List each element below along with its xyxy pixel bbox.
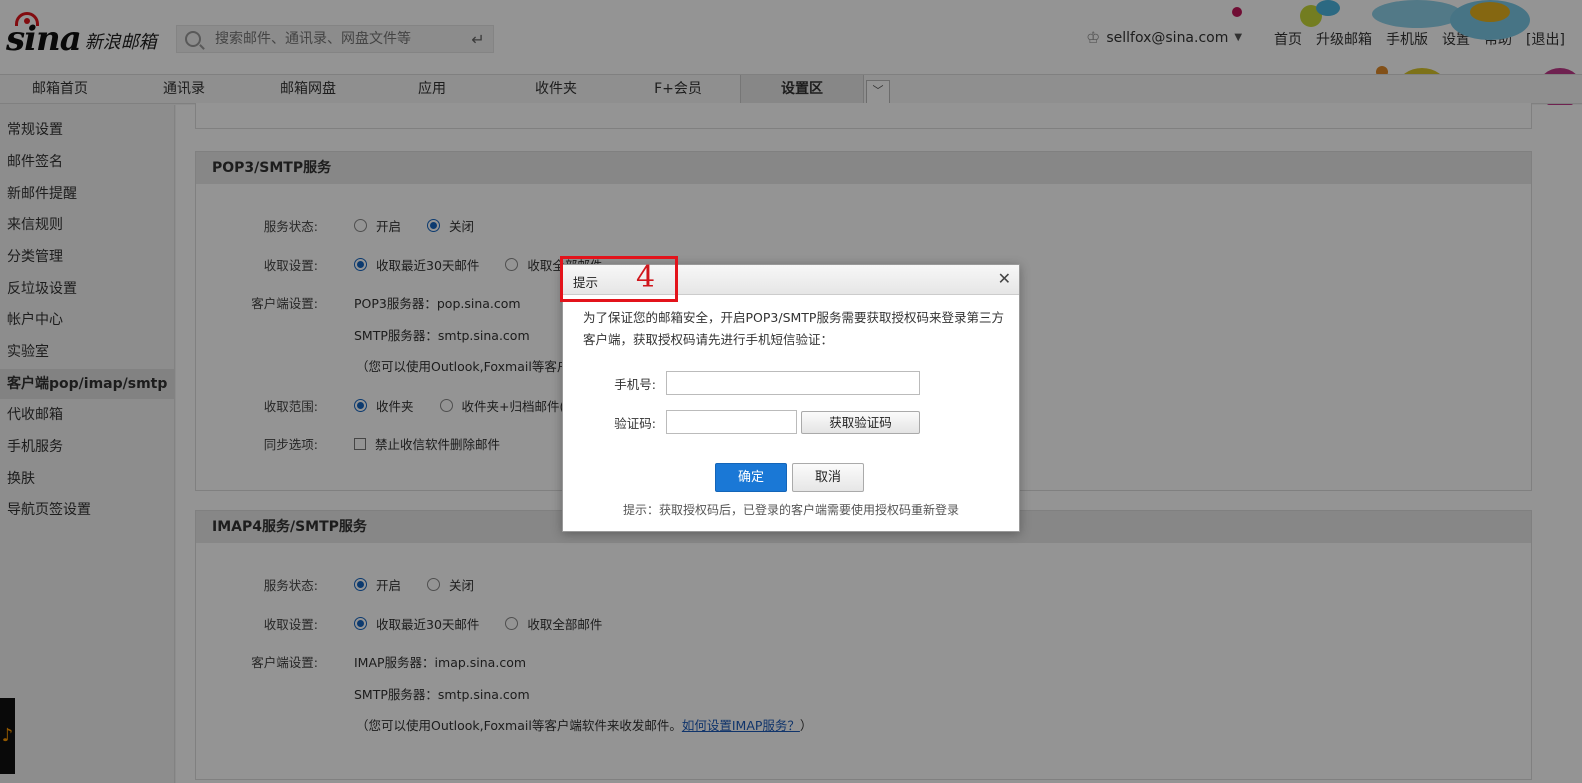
dialog-tip: 提示：获取授权码后，已登录的客户端需要使用授权码重新登录 <box>622 503 959 517</box>
code-label: 验证码: <box>614 415 656 431</box>
close-icon[interactable]: ✕ <box>998 269 1011 289</box>
annotation-step-number: 4 <box>636 260 656 295</box>
code-row: 验证码: 获取验证码 <box>563 410 920 434</box>
phone-label: 手机号: <box>614 376 656 392</box>
phone-input[interactable] <box>666 371 920 395</box>
auth-code-dialog: 提示 ✕ 为了保证您的邮箱安全，开启POP3/SMTP服务需要获取授权码来登录第… <box>562 264 1020 532</box>
dialog-message: 为了保证您的邮箱安全，开启POP3/SMTP服务需要获取授权码来登录第三方客户端… <box>583 310 1004 347</box>
phone-row: 手机号: <box>563 371 920 395</box>
get-code-button[interactable]: 获取验证码 <box>801 410 920 434</box>
cancel-button[interactable]: 取消 <box>792 463 864 492</box>
confirm-button[interactable]: 确定 <box>715 463 787 492</box>
code-input[interactable] <box>666 410 797 434</box>
annotation-box <box>560 256 678 302</box>
